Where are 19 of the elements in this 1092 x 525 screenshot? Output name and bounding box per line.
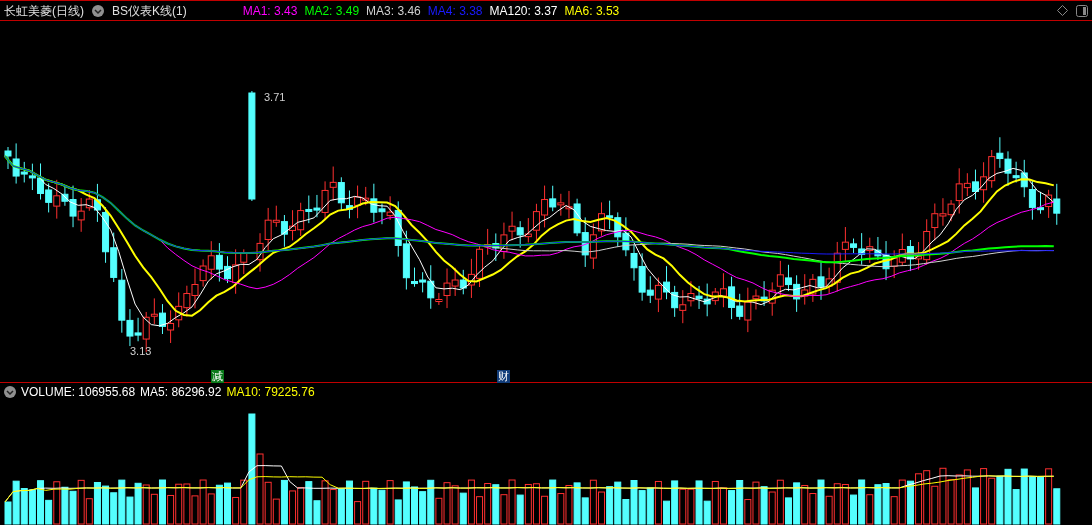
diamond-icon[interactable]	[1057, 5, 1068, 16]
moving-average-value: MA2: 3.49	[304, 2, 360, 20]
dropdown-icon[interactable]	[92, 4, 104, 17]
indicator-name[interactable]: BS仪表K线(1)	[112, 1, 187, 20]
dropdown-icon[interactable]	[4, 386, 16, 398]
panel-toggle-icon[interactable]	[1076, 4, 1088, 17]
moving-average-value: MA4: 3.38	[427, 2, 483, 20]
volume-value: MA5: 86296.92	[140, 384, 222, 401]
event-marker[interactable]: 财	[497, 370, 510, 383]
volume-value: MA10: 79225.76	[226, 384, 315, 401]
stock-title: 长虹美菱(日线)	[4, 2, 84, 20]
moving-average-value: MA120: 3.37	[489, 2, 558, 20]
moving-average-value: MA1: 3.43	[242, 2, 298, 20]
low-price-label: 3.13	[130, 344, 152, 359]
high-price-label: 3.71	[264, 90, 286, 105]
event-marker[interactable]: 减	[211, 370, 224, 383]
volume-value: VOLUME: 106955.68	[21, 384, 136, 401]
moving-average-value: MA6: 3.53	[564, 2, 620, 20]
moving-average-value: MA3: 3.46	[366, 2, 421, 20]
